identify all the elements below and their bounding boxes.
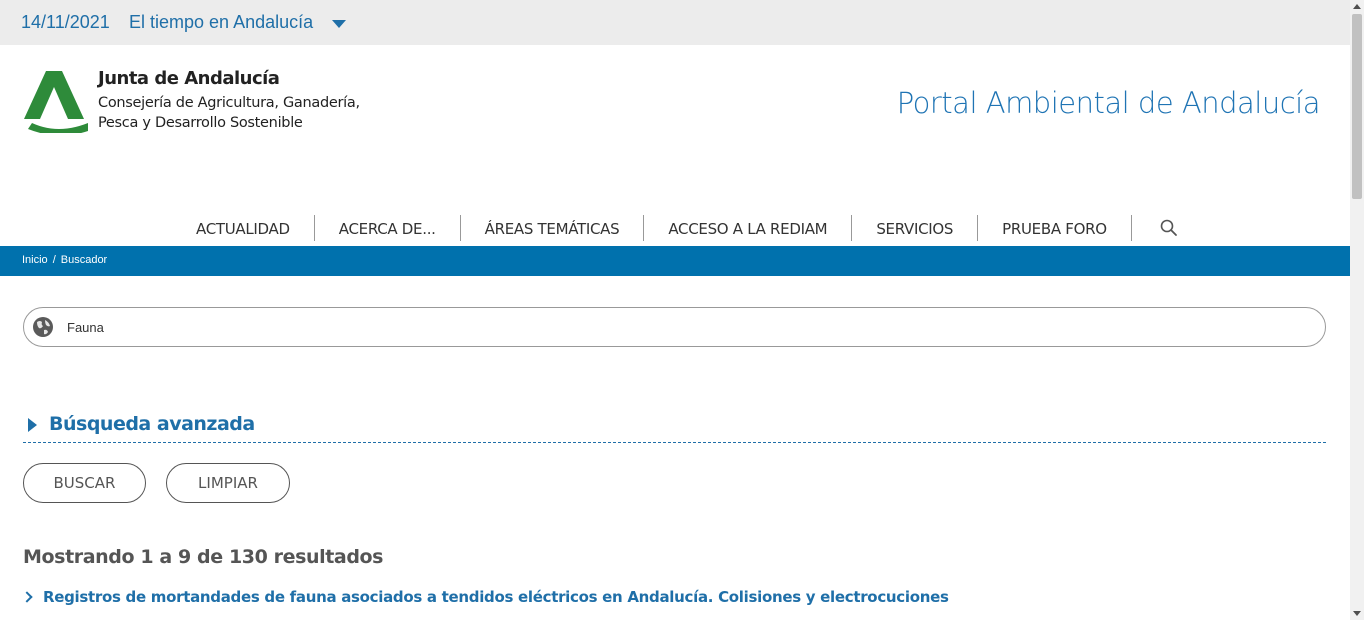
nav-item-actualidad[interactable]: ACTUALIDAD — [172, 215, 315, 241]
org-subtitle: Consejería de Agricultura, Ganadería, Pe… — [98, 93, 360, 133]
advanced-search-toggle[interactable]: Búsqueda avanzada — [23, 412, 1326, 443]
weather-link[interactable]: El tiempo en Andalucía — [129, 12, 313, 33]
advanced-search-label: Búsqueda avanzada — [49, 413, 255, 435]
scroll-down-icon[interactable] — [1353, 611, 1361, 616]
org-subtitle-line2: Pesca y Desarrollo Sostenible — [98, 115, 303, 131]
junta-logo[interactable] — [24, 71, 88, 136]
list-item[interactable]: Registros de mortandades de fauna asocia… — [21, 588, 949, 606]
main-nav: ACTUALIDAD ACERCA DE... ÁREAS TEMÁTICAS … — [172, 214, 1178, 242]
results-summary: Mostrando 1 a 9 de 130 resultados — [23, 546, 384, 568]
search-icon — [1160, 219, 1177, 236]
nav-item-prueba-foro[interactable]: PRUEBA FORO — [978, 215, 1132, 241]
portal-title[interactable]: Portal Ambiental de Andalucía — [897, 86, 1321, 120]
org-name: Junta de Andalucía — [98, 68, 280, 89]
nav-search-button[interactable] — [1132, 215, 1178, 241]
breadcrumb-bar: Inicio / Buscador — [0, 246, 1350, 276]
clear-button[interactable]: LIMPIAR — [166, 463, 290, 503]
current-date: 14/11/2021 — [21, 12, 110, 32]
junta-logo-icon — [24, 71, 88, 136]
scroll-up-icon[interactable] — [1353, 4, 1361, 9]
breadcrumb-separator: / — [52, 254, 56, 266]
globe-icon — [33, 317, 53, 337]
search-button[interactable]: BUSCAR — [23, 463, 146, 503]
search-value: Fauna — [67, 320, 104, 335]
nav-item-acerca-de[interactable]: ACERCA DE... — [315, 215, 461, 241]
breadcrumb: Inicio / Buscador — [22, 254, 107, 266]
nav-item-servicios[interactable]: SERVICIOS — [852, 215, 979, 241]
scrollbar[interactable] — [1350, 0, 1364, 620]
top-bar: 14/11/2021 El tiempo en Andalucía — [0, 0, 1350, 45]
chevron-down-icon[interactable] — [332, 20, 346, 28]
caret-right-icon — [28, 418, 37, 432]
org-subtitle-line1: Consejería de Agricultura, Ganadería, — [98, 95, 360, 111]
nav-item-areas-tematicas[interactable]: ÁREAS TEMÁTICAS — [461, 215, 645, 241]
breadcrumb-current: Buscador — [60, 254, 108, 266]
nav-item-acceso-rediam[interactable]: ACCESO A LA REDIAM — [644, 215, 853, 241]
chevron-right-icon — [21, 591, 33, 603]
search-input[interactable]: Fauna — [23, 307, 1326, 347]
scrollbar-thumb[interactable] — [1352, 14, 1362, 199]
result-title[interactable]: Registros de mortandades de fauna asocia… — [43, 588, 949, 606]
breadcrumb-home[interactable]: Inicio — [22, 254, 48, 266]
